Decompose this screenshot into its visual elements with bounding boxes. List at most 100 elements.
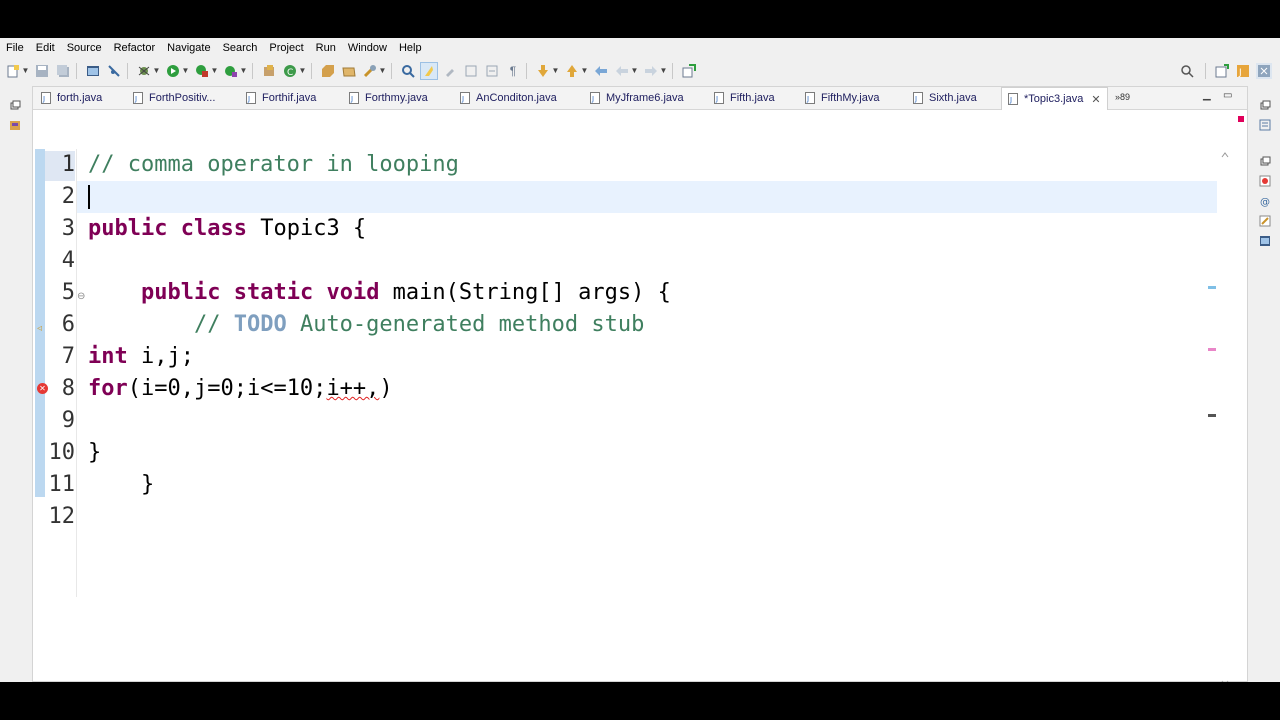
menu-help[interactable]: Help xyxy=(393,38,428,58)
menu-file[interactable]: File xyxy=(0,38,30,58)
next-annotation-dropdown-icon[interactable]: ▼ xyxy=(552,63,560,79)
toolbar-separator xyxy=(311,63,312,79)
debug-perspective-icon[interactable] xyxy=(1256,63,1272,79)
editor-tab[interactable]: J AnConditon.java xyxy=(460,87,557,109)
editor-tab[interactable]: J FifthMy.java xyxy=(805,87,879,109)
svg-text:J: J xyxy=(134,95,137,103)
toggle-mark-occurrences-icon[interactable] xyxy=(420,62,438,80)
comment: Auto-generated method stub xyxy=(286,312,645,337)
java-perspective-icon[interactable]: J xyxy=(1235,63,1251,79)
keyword: class xyxy=(180,216,247,241)
forward-icon[interactable] xyxy=(643,63,659,79)
close-icon[interactable]: ✕ xyxy=(1091,93,1100,106)
line-number: 7 xyxy=(61,344,75,369)
vertical-scrollbar[interactable] xyxy=(1219,149,1231,682)
menu-navigate[interactable]: Navigate xyxy=(161,38,216,58)
next-annotation-icon[interactable] xyxy=(535,63,551,79)
run-dropdown-icon[interactable]: ▼ xyxy=(182,63,190,79)
open-type-icon[interactable] xyxy=(320,63,336,79)
menu-run[interactable]: Run xyxy=(310,38,342,58)
menu-refactor[interactable]: Refactor xyxy=(108,38,162,58)
restore-icon[interactable] xyxy=(9,98,21,110)
new-icon[interactable] xyxy=(5,63,21,79)
menu-source[interactable]: Source xyxy=(61,38,108,58)
editor-tab-active[interactable]: J *Topic3.java ✕ xyxy=(1001,87,1108,110)
debug-dropdown-icon[interactable]: ▼ xyxy=(153,63,161,79)
restore-icon[interactable] xyxy=(1259,98,1271,110)
keyword: public xyxy=(140,280,221,305)
run-icon[interactable] xyxy=(165,63,181,79)
line-number: 1 xyxy=(61,152,75,177)
toolbar-separator xyxy=(391,63,392,79)
editor-tab-label: Fifth.java xyxy=(730,92,775,104)
toggle-breadcrumb-icon[interactable] xyxy=(400,63,416,79)
menu-edit[interactable]: Edit xyxy=(30,38,61,58)
new-java-package-icon[interactable] xyxy=(261,63,277,79)
overview-mark-occurrence[interactable] xyxy=(1208,414,1216,417)
code-text: (i=0,j=0;i<=10; xyxy=(127,376,327,401)
right-trim-stack: @ xyxy=(1250,86,1280,682)
save-icon[interactable] xyxy=(34,63,50,79)
word-wrap-icon[interactable] xyxy=(484,63,500,79)
external-tools-dropdown-icon[interactable]: ▼ xyxy=(240,63,248,79)
forward-dropdown-icon[interactable]: ▼ xyxy=(660,63,668,79)
toolbar-separator xyxy=(1205,63,1206,79)
new-class-dropdown-icon[interactable]: ▼ xyxy=(299,63,307,79)
javadoc-icon[interactable]: @ xyxy=(1259,194,1271,208)
back-dropdown-icon[interactable]: ▼ xyxy=(631,63,639,79)
editor-tab[interactable]: J forth.java xyxy=(41,87,102,109)
overview-mark-task[interactable] xyxy=(1208,286,1216,289)
pilcrow-icon[interactable]: ¶ xyxy=(505,63,521,79)
editor-tab[interactable]: J MyJframe6.java xyxy=(590,87,684,109)
editor-tab[interactable]: J ForthPositiv... xyxy=(133,87,215,109)
last-edit-location-icon[interactable] xyxy=(593,63,609,79)
search-icon[interactable] xyxy=(362,63,378,79)
editor-tab[interactable]: J Forthmy.java xyxy=(349,87,428,109)
show-whitespace-icon[interactable] xyxy=(463,63,479,79)
previous-annotation-dropdown-icon[interactable]: ▼ xyxy=(581,63,589,79)
new-java-class-icon[interactable]: C xyxy=(282,63,298,79)
toolbar-separator xyxy=(252,63,253,79)
restore-icon[interactable] xyxy=(1259,154,1271,166)
new-dropdown-icon[interactable]: ▼ xyxy=(22,63,30,79)
open-task-icon[interactable] xyxy=(341,63,357,79)
debug-icon[interactable] xyxy=(136,63,152,79)
outline-icon[interactable] xyxy=(1259,118,1271,131)
minimize-icon[interactable]: ▁ xyxy=(1203,90,1211,101)
svg-text:J: J xyxy=(715,95,718,103)
maximize-icon[interactable]: ▭ xyxy=(1223,90,1232,101)
quick-access-search-icon[interactable] xyxy=(1179,63,1195,79)
editor-tab[interactable]: J Fifth.java xyxy=(714,87,775,109)
code-area[interactable]: // comma operator in looping public clas… xyxy=(88,149,1208,533)
console-icon[interactable] xyxy=(1259,234,1271,246)
open-perspective-icon[interactable] xyxy=(1214,63,1230,79)
overview-mark-error[interactable] xyxy=(1208,348,1216,351)
skip-breakpoints-icon[interactable] xyxy=(106,63,122,79)
previous-annotation-icon[interactable] xyxy=(564,63,580,79)
error-icon[interactable]: ✕ xyxy=(37,383,48,394)
block-selection-icon[interactable] xyxy=(442,63,458,79)
problems-icon[interactable] xyxy=(1259,174,1271,187)
coverage-dropdown-icon[interactable]: ▼ xyxy=(211,63,219,79)
menu-window[interactable]: Window xyxy=(342,38,393,58)
pin-editor-icon[interactable] xyxy=(681,63,697,79)
editor-tab[interactable]: J Forthif.java xyxy=(246,87,316,109)
external-tools-icon[interactable] xyxy=(223,63,239,79)
back-icon[interactable] xyxy=(614,63,630,79)
menu-search[interactable]: Search xyxy=(217,38,264,58)
search-dropdown-icon[interactable]: ▼ xyxy=(379,63,387,79)
editor-tab[interactable]: J Sixth.java xyxy=(913,87,977,109)
overview-error-summary[interactable] xyxy=(1238,116,1244,122)
comment: // xyxy=(193,312,234,337)
declaration-icon[interactable] xyxy=(1259,214,1271,227)
java-file-icon: J xyxy=(805,92,815,104)
tab-overflow-indicator[interactable]: »89 xyxy=(1115,92,1130,102)
save-all-icon[interactable] xyxy=(55,63,71,79)
package-explorer-icon[interactable] xyxy=(9,118,21,130)
fold-collapse-icon[interactable]: ⊖ xyxy=(77,291,85,302)
code-text: } xyxy=(88,440,102,465)
coverage-icon[interactable] xyxy=(194,63,210,79)
terminal-icon[interactable] xyxy=(85,63,101,79)
java-file-icon: J xyxy=(460,92,470,104)
menu-project[interactable]: Project xyxy=(263,38,309,58)
